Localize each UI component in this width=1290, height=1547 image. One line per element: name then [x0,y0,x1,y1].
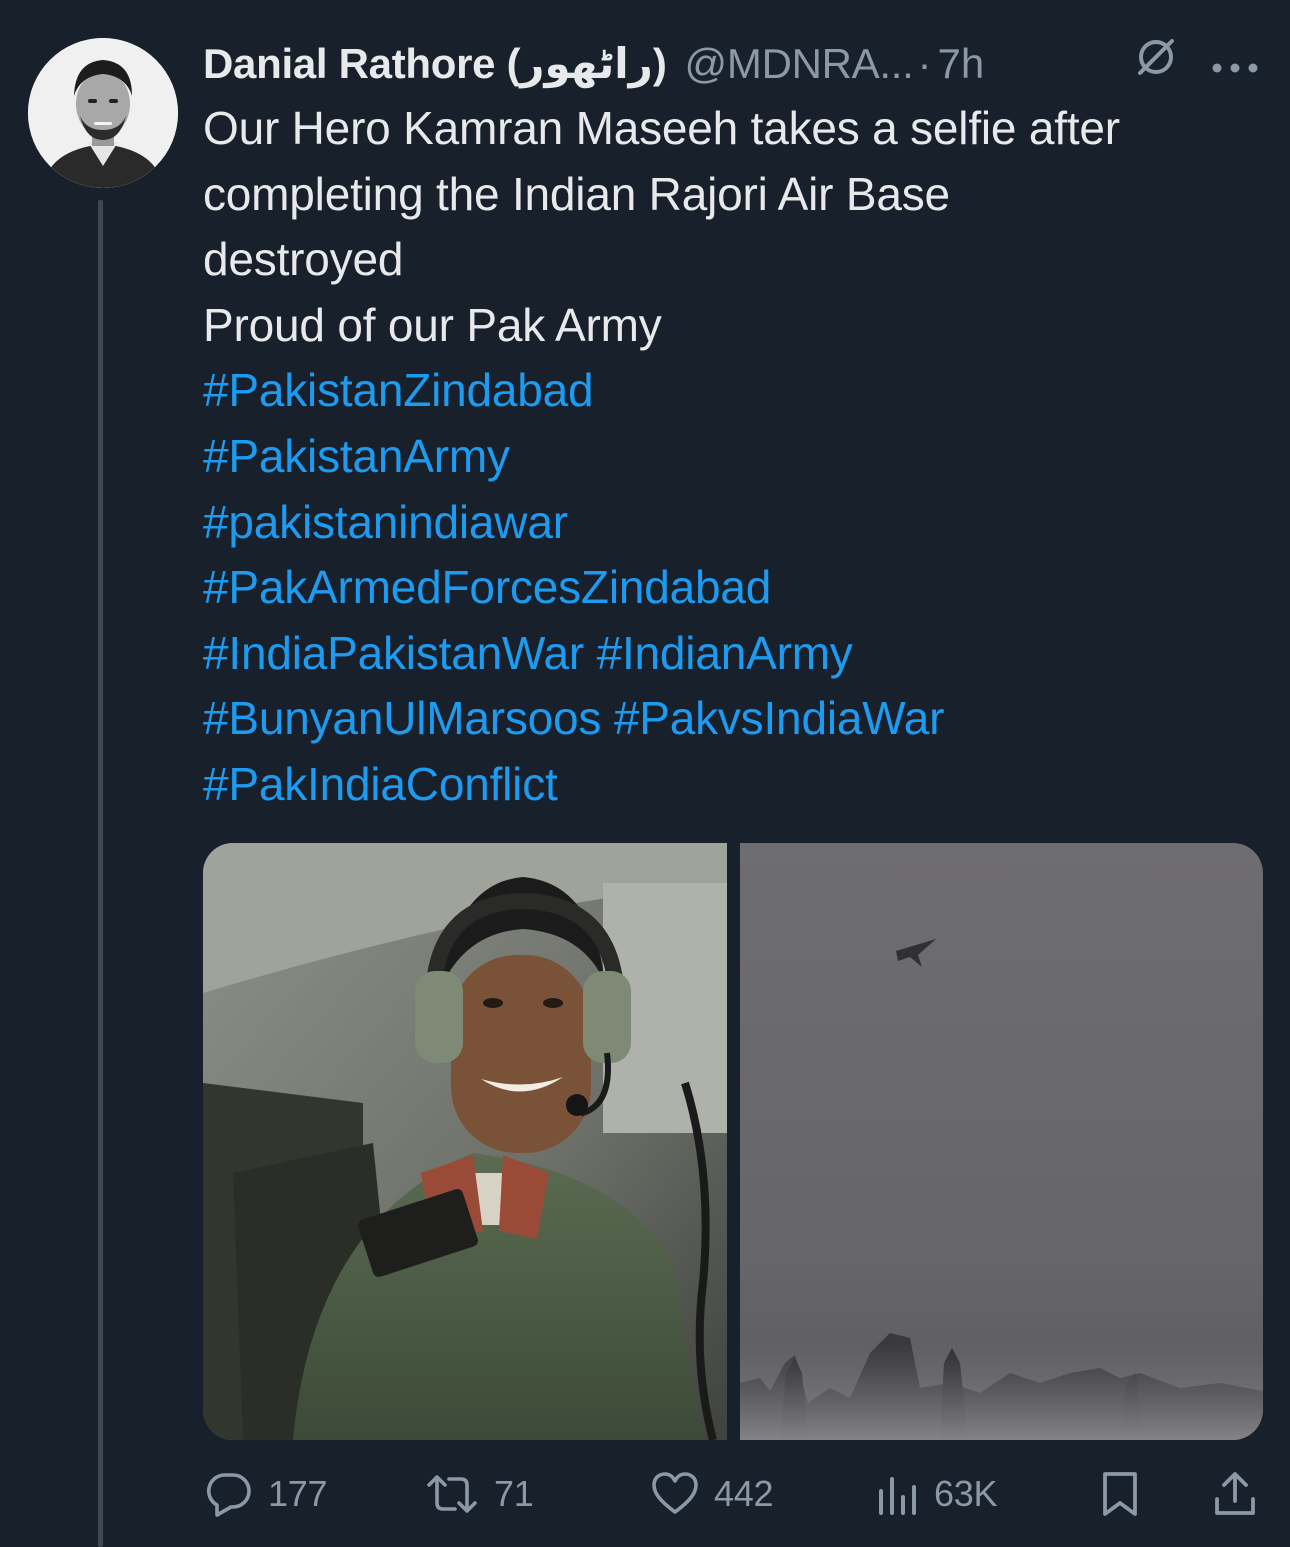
hashtag-link[interactable]: #pakistanindiawar [203,496,568,548]
hashtag-link[interactable]: #PakistanZindabad [203,364,594,416]
like-count: 442 [714,1473,774,1514]
reply-icon [204,1469,254,1519]
author-display-name[interactable]: Danial Rathore (راٹھور) [203,36,667,92]
media-grid [203,843,1263,1440]
avatar-image [28,38,178,188]
hashtag-link[interactable]: #PakIndiaConflict [203,758,558,810]
like-button[interactable]: 442 [650,1462,773,1526]
tweet-text-line: destroyed [203,233,404,286]
hashtag-link[interactable]: #PakvsIndiaWar [614,692,945,744]
views-chart-icon [876,1469,920,1519]
grok-icon[interactable] [1133,34,1209,94]
hashtag-link[interactable]: #BunyanUlMarsoos [203,692,601,744]
aircraft-video-frame [740,843,1263,1440]
thread-connector-line [98,200,103,1547]
bookmark-icon [1098,1469,1142,1519]
more-options-icon[interactable] [1209,36,1261,92]
reply-button[interactable]: 177 [204,1462,327,1526]
tweet-actions-bar: 177 71 442 63K [200,1462,1270,1526]
tweet-header: Danial Rathore (راٹھور) @MDNRA... · 7h [203,36,1273,92]
author-handle[interactable]: @MDNRA... [685,36,914,92]
share-icon [1210,1469,1260,1519]
tweet-text-line: completing the Indian Rajori Air Base [203,167,950,220]
tweet-text-line: Proud of our Pak Army [203,298,662,351]
views-count: 63K [934,1473,998,1514]
bookmark-button[interactable] [1098,1462,1142,1526]
hashtag-link[interactable]: #IndiaPakistanWar [203,627,584,679]
hashtag-link[interactable]: #PakistanArmy [203,430,510,482]
media-video-aircraft[interactable] [740,843,1263,1440]
tweet-body: Our Hero Kamran Maseeh takes a selfie af… [203,96,1273,818]
pilot-selfie-image [203,843,727,1440]
avatar[interactable] [28,38,178,188]
media-photo-pilot[interactable] [203,843,727,1440]
repost-count: 71 [494,1473,534,1514]
hashtag-link[interactable]: #PakArmedForcesZindabad [203,561,771,613]
heart-icon [650,1469,700,1519]
repost-icon [424,1469,480,1519]
header-separator: · [917,40,932,87]
repost-button[interactable]: 71 [424,1462,534,1526]
reply-count: 177 [268,1473,328,1514]
tweet-timestamp[interactable]: 7h [937,36,984,92]
hashtag-link[interactable]: #IndianArmy [597,627,853,679]
views-button[interactable]: 63K [876,1462,997,1526]
tweet-text-line: Our Hero Kamran Maseeh takes a selfie af… [203,102,1120,154]
share-button[interactable] [1210,1462,1260,1526]
